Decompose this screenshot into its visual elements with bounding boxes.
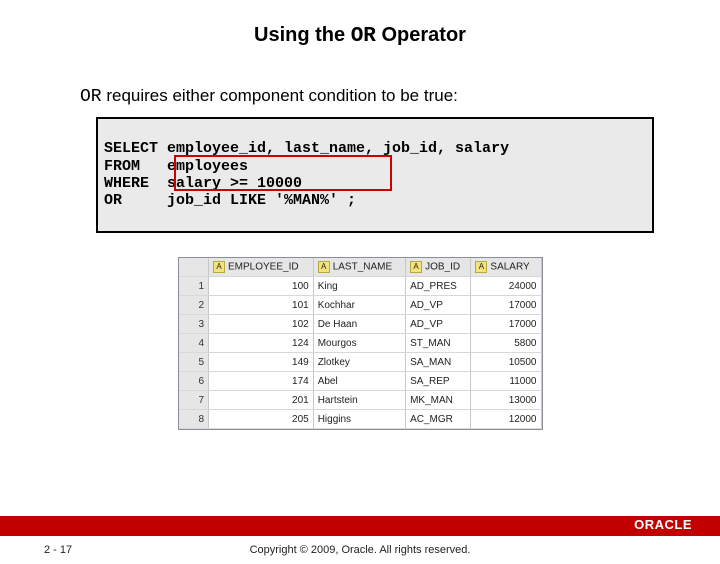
- col-label: JOB_ID: [425, 261, 460, 272]
- copyright: Copyright © 2009, Oracle. All rights res…: [0, 544, 720, 556]
- slide-title: Using the OR Operator: [0, 24, 720, 48]
- oracle-logo: ORACLE: [634, 517, 692, 532]
- col-header-job-id: AJOB_ID: [406, 258, 471, 277]
- col-label: EMPLOYEE_ID: [228, 261, 299, 272]
- sql-line-4: OR job_id LIKE '%MAN%' ;: [104, 192, 356, 209]
- table-row: 5149ZlotkeySA_MAN10500: [179, 353, 542, 372]
- table-row: 8205HigginsAC_MGR12000: [179, 410, 542, 429]
- column-icon: A: [475, 261, 487, 273]
- col-header-last-name: ALAST_NAME: [313, 258, 405, 277]
- sql-line-2: FROM employees: [104, 158, 248, 175]
- col-header-employee-id: AEMPLOYEE_ID: [209, 258, 314, 277]
- table-row: 2101KochharAD_VP17000: [179, 296, 542, 315]
- title-pre: Using the: [254, 24, 351, 46]
- subtitle-rest: requires either component condition to b…: [102, 86, 458, 105]
- column-icon: A: [213, 261, 225, 273]
- table-row: 6174AbelSA_REP11000: [179, 372, 542, 391]
- table-row: 7201HartsteinMK_MAN13000: [179, 391, 542, 410]
- table-row: 3102De HaanAD_VP17000: [179, 315, 542, 334]
- column-icon: A: [318, 261, 330, 273]
- rownum-header: [179, 258, 209, 277]
- sql-line-3: WHERE salary >= 10000: [104, 175, 302, 192]
- sql-line-1: SELECT employee_id, last_name, job_id, s…: [104, 140, 509, 157]
- table-row: 1100KingAD_PRES24000: [179, 277, 542, 296]
- table-row: 4124MourgosST_MAN5800: [179, 334, 542, 353]
- col-label: SALARY: [490, 261, 529, 272]
- results-grid: AEMPLOYEE_ID ALAST_NAME AJOB_ID ASALARY …: [178, 257, 543, 431]
- results-table: AEMPLOYEE_ID ALAST_NAME AJOB_ID ASALARY …: [179, 258, 542, 430]
- col-label: LAST_NAME: [333, 261, 392, 272]
- col-header-salary: ASALARY: [471, 258, 541, 277]
- results-body: 1100KingAD_PRES24000 2101KochharAD_VP170…: [179, 277, 542, 429]
- title-mono: OR: [351, 25, 376, 48]
- subtitle-mono: OR: [80, 87, 102, 107]
- title-post: Operator: [376, 24, 466, 46]
- column-icon: A: [410, 261, 422, 273]
- footer-bar: [0, 516, 720, 536]
- subtitle: OR requires either component condition t…: [80, 86, 720, 107]
- header-row: AEMPLOYEE_ID ALAST_NAME AJOB_ID ASALARY: [179, 258, 542, 277]
- sql-code-box: SELECT employee_id, last_name, job_id, s…: [96, 117, 654, 233]
